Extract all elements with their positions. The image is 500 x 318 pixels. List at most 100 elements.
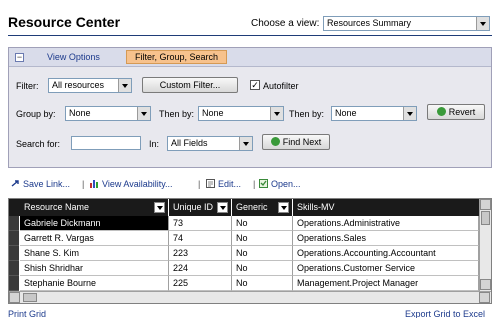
revert-icon <box>436 107 446 116</box>
group-by-select[interactable]: None <box>65 106 151 121</box>
cell-resource-name[interactable]: Gabriele Dickmann <box>20 216 169 231</box>
then-by-label-1: Then by: <box>159 109 195 119</box>
cell-skills[interactable]: Operations.Customer Service <box>293 261 479 276</box>
view-select-value: Resources Summary <box>327 18 412 28</box>
collapse-icon[interactable]: − <box>15 53 24 62</box>
revert-button[interactable]: Revert <box>427 104 485 120</box>
cell-resource-name[interactable]: Stephanie Bourne <box>20 276 169 291</box>
table-row[interactable]: Shane S. Kim 223 No Operations.Accountin… <box>9 246 479 261</box>
then-by-label-2: Then by: <box>289 109 325 119</box>
save-link-label: Save Link... <box>23 179 71 189</box>
filter-dropdown-icon[interactable] <box>217 202 228 213</box>
page-title: Resource Center <box>8 14 121 30</box>
choose-view-label: Choose a view: <box>251 18 320 29</box>
column-header-generic[interactable]: Generic <box>232 199 292 216</box>
cell-skills[interactable]: Operations.Sales <box>293 231 479 246</box>
toolbar-separator: | <box>198 179 201 189</box>
row-header[interactable] <box>9 276 19 291</box>
save-link-button[interactable]: Save Link... <box>11 179 70 189</box>
cell-skills[interactable]: Operations.Administrative <box>293 216 479 231</box>
view-select[interactable]: Resources Summary <box>323 16 490 31</box>
cell-unique-id[interactable]: 73 <box>169 216 232 231</box>
search-in-select[interactable]: All Fields <box>167 136 253 151</box>
find-next-button[interactable]: Find Next <box>262 134 330 150</box>
cell-skills[interactable]: Operations.Accounting.Accountant <box>293 246 479 261</box>
cell-unique-id[interactable]: 223 <box>169 246 232 261</box>
find-next-icon <box>270 137 280 146</box>
cell-unique-id[interactable]: 74 <box>169 231 232 246</box>
toolbar-separator: | <box>82 179 85 189</box>
scroll-right-icon[interactable] <box>479 292 490 303</box>
scroll-down-icon[interactable] <box>480 279 491 290</box>
filter-label: Filter: <box>16 81 39 91</box>
row-header[interactable] <box>9 261 19 276</box>
export-grid-link[interactable]: Export Grid to Excel <box>405 309 485 318</box>
cell-generic[interactable]: No <box>232 261 293 276</box>
arrow-icon <box>11 180 19 187</box>
scroll-up-icon[interactable] <box>480 199 491 210</box>
group-by-label: Group by: <box>16 109 56 119</box>
resource-grid: Resource Name Unique ID Generic Skills-M… <box>8 198 492 304</box>
chevron-down-icon <box>403 107 416 120</box>
column-header-skills-mv[interactable]: Skills-MV <box>293 199 479 216</box>
find-next-label: Find Next <box>282 137 322 147</box>
autofilter-checkbox[interactable]: ✓ <box>250 80 260 90</box>
vertical-scroll-thumb[interactable] <box>481 211 490 225</box>
then-by-select-2[interactable]: None <box>331 106 417 121</box>
column-header-unique-id[interactable]: Unique ID <box>169 199 231 216</box>
cell-generic[interactable]: No <box>232 276 293 291</box>
view-availability-button[interactable]: View Availability... <box>90 179 173 189</box>
column-header-label: Unique ID <box>173 202 214 212</box>
filter-dropdown-icon[interactable] <box>278 202 289 213</box>
chevron-down-icon <box>270 107 283 120</box>
search-input[interactable] <box>71 136 141 150</box>
scroll-left-icon[interactable] <box>9 292 20 303</box>
search-in-value: All Fields <box>171 138 208 148</box>
cell-unique-id[interactable]: 224 <box>169 261 232 276</box>
column-header-label: Generic <box>236 202 268 212</box>
cell-unique-id[interactable]: 225 <box>169 276 232 291</box>
filter-select-value: All resources <box>52 80 105 90</box>
horizontal-scroll-thumb[interactable] <box>23 293 37 302</box>
chevron-down-icon <box>476 17 489 30</box>
cell-generic[interactable]: No <box>232 216 293 231</box>
open-button[interactable]: Open... <box>259 179 301 189</box>
cell-resource-name[interactable]: Shish Shridhar <box>20 261 169 276</box>
autofilter-label: Autofilter <box>263 81 299 91</box>
vertical-scrollbar[interactable] <box>479 199 491 291</box>
options-panel: − View Options Filter, Group, Search Fil… <box>8 47 492 168</box>
then-by-select-1[interactable]: None <box>198 106 284 121</box>
edit-label: Edit... <box>218 179 242 189</box>
row-header[interactable] <box>9 231 19 246</box>
revert-label: Revert <box>448 107 476 117</box>
filter-select[interactable]: All resources <box>48 78 132 93</box>
table-row[interactable]: Stephanie Bourne 225 No Management.Proje… <box>9 276 479 291</box>
custom-filter-button[interactable]: Custom Filter... <box>142 77 238 93</box>
header-divider <box>8 35 492 36</box>
table-row[interactable]: Gabriele Dickmann 73 No Operations.Admin… <box>9 216 479 231</box>
cell-skills[interactable]: Management.Project Manager <box>293 276 479 291</box>
filter-dropdown-icon[interactable] <box>154 202 165 213</box>
table-row[interactable]: Shish Shridhar 224 No Operations.Custome… <box>9 261 479 276</box>
chevron-down-icon <box>118 79 131 92</box>
bar-chart-icon <box>90 180 98 188</box>
print-grid-link[interactable]: Print Grid <box>8 309 46 318</box>
column-header-resource-name[interactable]: Resource Name <box>20 199 168 216</box>
group-by-value: None <box>69 108 91 118</box>
cell-generic[interactable]: No <box>232 246 293 261</box>
tab-view-options[interactable]: View Options <box>47 51 100 64</box>
table-row[interactable]: Garrett R. Vargas 74 No Operations.Sales <box>9 231 479 246</box>
row-header[interactable] <box>9 216 19 231</box>
horizontal-scrollbar[interactable] <box>9 291 491 303</box>
tab-filter-group-search[interactable]: Filter, Group, Search <box>126 50 228 64</box>
search-for-label: Search for: <box>16 139 61 149</box>
row-header[interactable] <box>9 246 19 261</box>
cell-generic[interactable]: No <box>232 231 293 246</box>
edit-button[interactable]: Edit... <box>206 179 241 189</box>
cell-resource-name[interactable]: Shane S. Kim <box>20 246 169 261</box>
view-availability-label: View Availability... <box>102 179 173 189</box>
open-label: Open... <box>271 179 301 189</box>
then-by-value-2: None <box>335 108 357 118</box>
cell-resource-name[interactable]: Garrett R. Vargas <box>20 231 169 246</box>
edit-icon <box>206 179 215 188</box>
